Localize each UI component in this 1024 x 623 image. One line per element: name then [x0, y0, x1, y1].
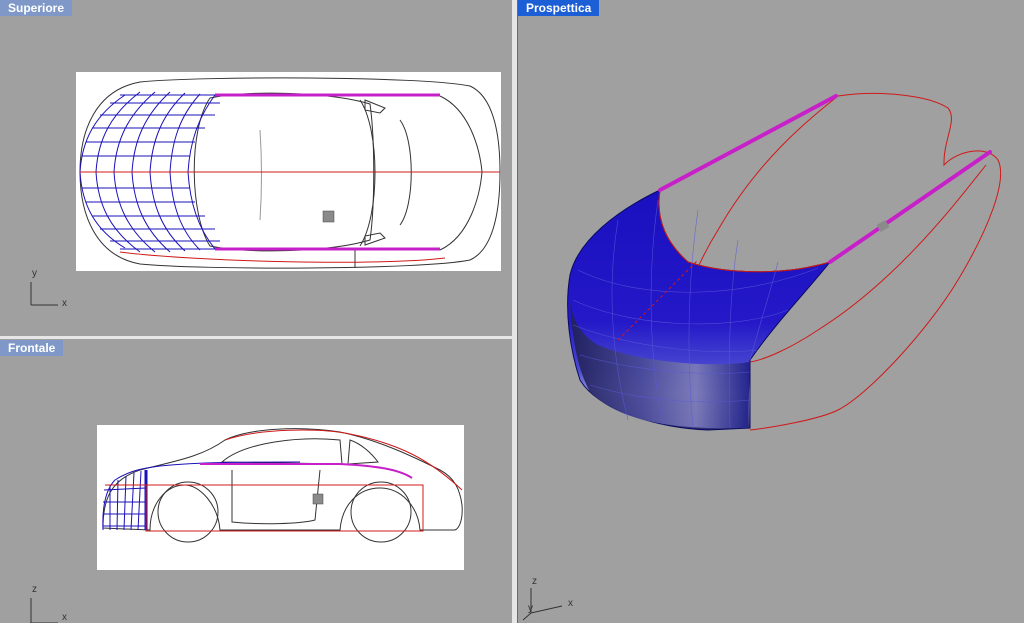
front-origin-marker	[312, 493, 324, 505]
front-axis-label-x: x	[62, 612, 67, 623]
front-axis-icon	[30, 598, 58, 623]
viewport-top-canvas[interactable]	[0, 0, 512, 336]
persp-nose-surface	[567, 189, 832, 431]
top-axis-icon	[30, 282, 58, 306]
viewport-perspective-canvas[interactable]	[518, 0, 1024, 623]
top-axis-label-y: y	[32, 268, 37, 279]
persp-magenta-rails	[658, 94, 992, 264]
viewport-front[interactable]: Frontale z x	[0, 340, 512, 623]
viewport-front-canvas[interactable]	[0, 340, 512, 623]
persp-axis-label-y: y	[528, 603, 533, 614]
viewport-top[interactable]: Superiore y x	[0, 0, 512, 336]
viewport-perspective[interactable]: Prospettica z y x	[518, 0, 1024, 623]
persp-axis-label-z: z	[532, 576, 537, 587]
persp-nose-red-edge	[658, 189, 831, 273]
persp-axis-label-x: x	[568, 598, 573, 609]
top-origin-marker	[322, 210, 335, 223]
front-axis-label-z: z	[32, 584, 37, 595]
top-axis-label-x: x	[62, 298, 67, 309]
front-reference-image	[97, 425, 464, 570]
separator-horizontal-left[interactable]	[0, 336, 514, 339]
